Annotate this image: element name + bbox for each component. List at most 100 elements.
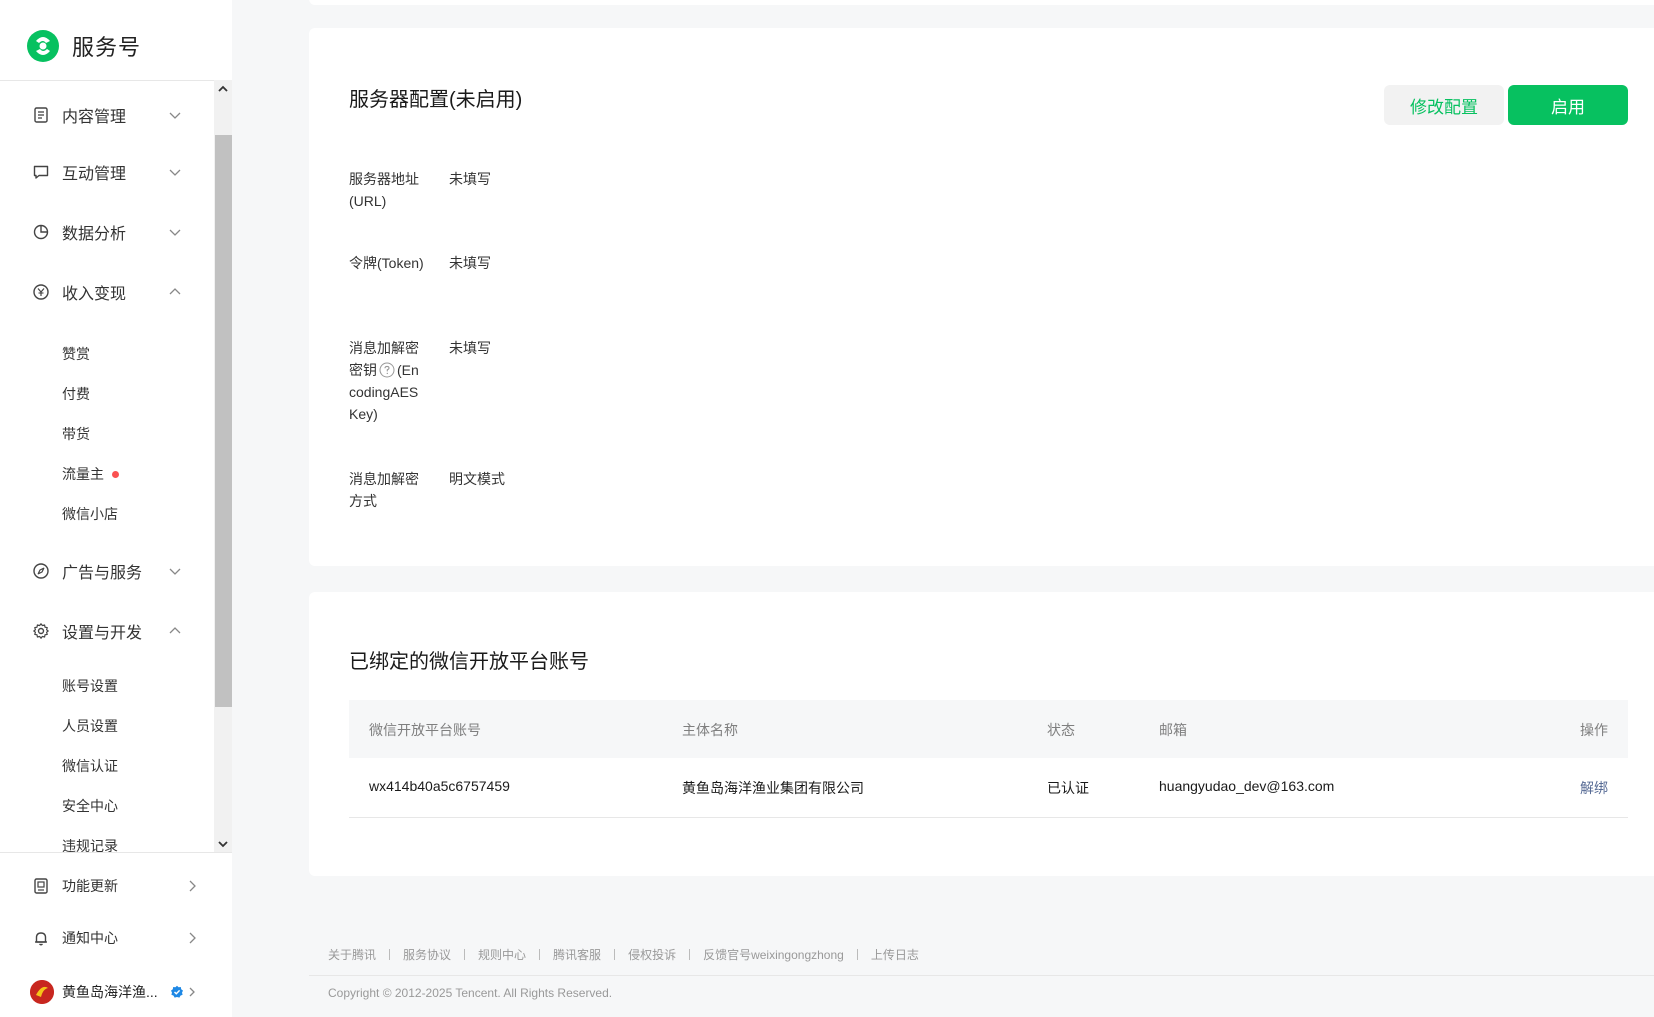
field-label-url: 服务器地址(URL) <box>349 171 419 209</box>
footer-separator <box>539 949 541 960</box>
sidebar-item-violations[interactable]: 违规记录 <box>62 834 118 852</box>
verified-icon <box>171 985 183 998</box>
divider <box>0 852 232 853</box>
sidebar-item-wechat-verify[interactable]: 微信认证 <box>62 754 118 778</box>
cell-status: 已认证 <box>1047 780 1089 796</box>
chat-icon <box>33 165 49 179</box>
sidebar-item-wechat-store[interactable]: 微信小店 <box>62 502 118 526</box>
scroll-down-icon[interactable] <box>217 838 229 850</box>
chevron-right-icon <box>189 932 196 944</box>
nav-group-settings[interactable]: 设置与开发 <box>0 611 214 651</box>
service-account-logo-icon <box>27 30 59 62</box>
cell-account: wx414b40a5c6757459 <box>369 778 510 794</box>
chevron-right-icon <box>189 880 196 892</box>
column-header: 微信开放平台账号 <box>369 722 481 738</box>
footer-link-rules[interactable]: 规则中心 <box>478 946 526 963</box>
sidebar-item-staff-settings[interactable]: 人员设置 <box>62 714 118 738</box>
brand[interactable]: 服务号 <box>26 26 141 66</box>
sidebar-item-label: 流量主 <box>62 466 104 482</box>
field-label-aes-key: 消息加解密密钥 (EncodingAESKey) <box>349 337 425 425</box>
bell-icon <box>35 932 47 946</box>
section-title: 已绑定的微信开放平台账号 <box>349 651 589 673</box>
sidebar-item-notifications[interactable]: 通知中心 <box>0 920 214 956</box>
field-value-encryption-mode: 明文模式 <box>449 471 505 487</box>
gear-icon <box>33 623 49 639</box>
nav-group-label: 互动管理 <box>62 166 127 183</box>
avatar[interactable] <box>30 980 54 1004</box>
document-icon <box>34 107 48 123</box>
server-config-card: 服务器配置(未启用) 修改配置 启用 服务器地址(URL) 未填写 令牌(Tok… <box>309 28 1654 566</box>
sidebar: 服务号 内容管理 互动管理 数据分析 收入变现 赞赏 付费 带货 流量主 微信小… <box>0 0 232 1017</box>
chevron-right-icon[interactable] <box>186 986 198 998</box>
field-value-aes-key: 未填写 <box>449 340 491 356</box>
chevron-down-icon <box>169 229 181 236</box>
sidebar-item-paid[interactable]: 付费 <box>62 382 90 406</box>
nav-group-analytics[interactable]: 数据分析 <box>0 212 214 252</box>
nav-group-interaction[interactable]: 互动管理 <box>0 152 214 192</box>
table-header: 微信开放平台账号 主体名称 状态 邮箱 操作 <box>349 700 1628 758</box>
column-header: 操作 <box>1580 722 1608 738</box>
sidebar-item-reward[interactable]: 赞赏 <box>62 342 90 366</box>
pie-chart-icon <box>33 224 49 240</box>
field-value-token: 未填写 <box>449 255 491 271</box>
footer-links: 关于腾讯 服务协议 规则中心 腾讯客服 侵权投诉 反馈官号weixingongz… <box>328 946 919 963</box>
nav-group-monetization[interactable]: 收入变现 <box>0 272 214 312</box>
brand-name: 服务号 <box>72 35 142 60</box>
chevron-down-icon <box>169 169 181 176</box>
yen-icon <box>33 284 49 300</box>
compass-icon <box>33 563 49 579</box>
cell-email: huangyudao_dev@163.com <box>1159 778 1335 794</box>
nav-group-label: 内容管理 <box>62 109 127 126</box>
field-label-token: 令牌(Token) <box>349 255 424 271</box>
column-header: 状态 <box>1047 722 1075 738</box>
sidebar-item-label: 通知中心 <box>62 930 118 946</box>
sidebar-item-feature-updates[interactable]: 功能更新 <box>0 868 214 904</box>
footer-link-about[interactable]: 关于腾讯 <box>328 946 376 963</box>
footer-separator <box>389 949 391 960</box>
footer-link-upload-log[interactable]: 上传日志 <box>871 946 919 963</box>
unbind-link[interactable]: 解绑 <box>1580 778 1608 798</box>
help-icon[interactable] <box>379 362 395 378</box>
field-label-encryption-mode: 消息加解密方式 <box>349 471 419 509</box>
copyright: Copyright © 2012-2025 Tencent. All Right… <box>328 986 613 1000</box>
nav-group-label: 广告与服务 <box>62 565 143 582</box>
bound-accounts-card: 已绑定的微信开放平台账号 微信开放平台账号 主体名称 状态 邮箱 操作 wx41… <box>309 592 1654 876</box>
chevron-up-icon <box>169 627 181 634</box>
field-value-url: 未填写 <box>449 171 491 187</box>
sidebar-nav: 内容管理 互动管理 数据分析 收入变现 赞赏 付费 带货 流量主 微信小店 广告… <box>0 80 232 852</box>
account-logo-icon <box>30 980 54 1004</box>
sidebar-item-security-center[interactable]: 安全中心 <box>62 794 118 818</box>
divider <box>309 975 1654 976</box>
footer-separator <box>614 949 616 960</box>
sidebar-item-sales[interactable]: 带货 <box>62 422 90 446</box>
section-title: 服务器配置(未启用) <box>349 89 523 111</box>
footer-link-support[interactable]: 腾讯客服 <box>553 946 601 963</box>
column-header: 邮箱 <box>1159 722 1187 738</box>
footer-separator <box>464 949 466 960</box>
table-row: wx414b40a5c6757459 黄鱼岛海洋渔业集团有限公司 已认证 hua… <box>349 758 1628 818</box>
previous-section-card <box>309 0 1654 5</box>
scrollbar-thumb[interactable] <box>215 135 232 707</box>
nav-group-label: 设置与开发 <box>62 625 143 642</box>
nav-group-label: 收入变现 <box>62 286 127 303</box>
nav-group-ads[interactable]: 广告与服务 <box>0 551 214 591</box>
sidebar-item-traffic-owner[interactable]: 流量主 <box>62 462 119 486</box>
footer-separator <box>689 949 691 960</box>
footer-link-feedback[interactable]: 反馈官号weixingongzhong <box>703 946 844 963</box>
chevron-down-icon <box>169 568 181 575</box>
modify-config-button[interactable]: 修改配置 <box>1384 85 1504 125</box>
scroll-up-icon[interactable] <box>217 83 229 95</box>
footer-link-infringement[interactable]: 侵权投诉 <box>628 946 676 963</box>
enable-button[interactable]: 启用 <box>1508 85 1628 125</box>
footer-separator <box>856 949 858 960</box>
cell-entity: 黄鱼岛海洋渔业集团有限公司 <box>682 780 864 796</box>
nav-group-content[interactable]: 内容管理 <box>0 95 214 135</box>
chevron-up-icon <box>169 288 181 295</box>
sidebar-item-account-settings[interactable]: 账号设置 <box>62 674 118 698</box>
chevron-down-icon <box>169 112 181 119</box>
new-badge <box>112 470 119 478</box>
update-icon <box>34 878 48 894</box>
account-name[interactable]: 黄鱼岛海洋渔... <box>62 982 158 1002</box>
footer-link-terms[interactable]: 服务协议 <box>403 946 451 963</box>
column-header: 主体名称 <box>682 722 738 738</box>
